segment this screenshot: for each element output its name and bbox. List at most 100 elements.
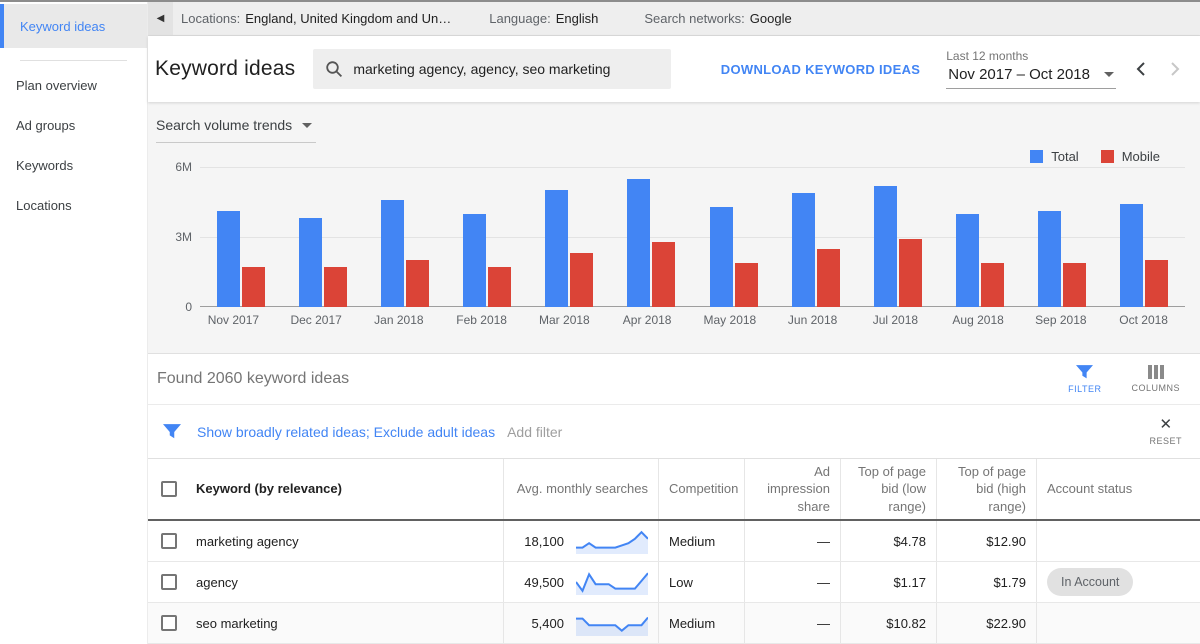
date-range-value: Nov 2017 – Oct 2018 bbox=[948, 66, 1090, 83]
columns-button-label: COLUMNS bbox=[1131, 383, 1180, 393]
add-filter-button[interactable]: Add filter bbox=[507, 424, 562, 440]
legend-swatch-mobile bbox=[1100, 150, 1114, 163]
x-label: Apr 2018 bbox=[622, 313, 672, 327]
cell-keyword: agency bbox=[148, 562, 503, 602]
previous-period-button[interactable] bbox=[1132, 59, 1150, 79]
header-cell-avg-searches: Avg. monthly searches bbox=[503, 459, 658, 519]
page-title: Keyword ideas bbox=[155, 57, 296, 80]
total-bar[interactable] bbox=[381, 199, 405, 307]
mobile-bar[interactable] bbox=[652, 241, 676, 307]
total-bar[interactable] bbox=[873, 185, 897, 307]
cell-bid-high: $1.79 bbox=[936, 562, 1036, 602]
legend-item-total[interactable]: Total bbox=[1030, 149, 1079, 164]
back-button[interactable]: ◀ bbox=[148, 2, 173, 35]
mobile-bar[interactable] bbox=[1062, 262, 1086, 307]
total-bar[interactable] bbox=[1119, 204, 1143, 307]
locations-setting[interactable]: Locations: England, United Kingdom and U… bbox=[173, 2, 459, 35]
row-checkbox[interactable] bbox=[161, 533, 177, 549]
found-count-text: Found 2060 keyword ideas bbox=[157, 370, 350, 387]
x-label: Jun 2018 bbox=[787, 313, 838, 327]
filter-button-label: FILTER bbox=[1068, 383, 1102, 394]
sidebar-divider bbox=[20, 60, 127, 61]
mobile-bar[interactable] bbox=[488, 267, 512, 307]
chevron-down-icon bbox=[302, 122, 313, 128]
trend-sparkline bbox=[576, 530, 648, 554]
page-header: Keyword ideas DOWNLOAD KEYWORD IDEAS Las… bbox=[148, 36, 1200, 102]
chevron-right-icon bbox=[1171, 62, 1180, 76]
sidebar-item-plan-overview[interactable]: Plan overview bbox=[0, 65, 147, 105]
cell-keyword: seo marketing bbox=[148, 603, 503, 643]
sidebar-item-keywords[interactable]: Keywords bbox=[0, 145, 147, 185]
language-setting[interactable]: Language: English bbox=[481, 2, 606, 35]
total-bar[interactable] bbox=[709, 206, 733, 307]
mobile-bar[interactable] bbox=[1144, 260, 1168, 307]
mobile-bar[interactable] bbox=[570, 253, 594, 307]
table-row[interactable]: marketing agency 18,100 Medium — $4.78 $12.90 bbox=[148, 521, 1200, 562]
trend-sparkline bbox=[576, 616, 648, 636]
mobile-bar[interactable] bbox=[406, 260, 430, 307]
search-networks-setting[interactable]: Search networks: Google bbox=[636, 2, 799, 35]
x-label: Aug 2018 bbox=[952, 313, 1004, 327]
keyword-search-box[interactable] bbox=[313, 49, 672, 89]
total-bar[interactable] bbox=[955, 213, 979, 307]
settings-topbar: ◀ Locations: England, United Kingdom and… bbox=[148, 2, 1200, 36]
legend-item-mobile[interactable]: Mobile bbox=[1100, 149, 1160, 164]
total-bar[interactable] bbox=[545, 190, 569, 307]
header-cell-account-status: Account status bbox=[1036, 459, 1200, 519]
total-bar[interactable] bbox=[217, 211, 241, 307]
x-label: Jul 2018 bbox=[872, 313, 919, 327]
trend-sparkline bbox=[576, 572, 648, 595]
active-filters-link[interactable]: Show broadly related ideas; Exclude adul… bbox=[197, 424, 495, 440]
mobile-bar[interactable] bbox=[898, 239, 922, 307]
cell-account-status bbox=[1036, 603, 1200, 643]
row-checkbox[interactable] bbox=[161, 615, 177, 631]
mobile-bar[interactable] bbox=[816, 248, 840, 307]
sidebar-item-ad-groups[interactable]: Ad groups bbox=[0, 105, 147, 145]
avg-searches-value: 5,400 bbox=[531, 615, 564, 631]
reset-filters-button[interactable]: ✕ RESET bbox=[1149, 417, 1182, 446]
next-period-button[interactable] bbox=[1166, 59, 1184, 79]
columns-button[interactable]: COLUMNS bbox=[1131, 365, 1180, 393]
bar-group-dec-2017 bbox=[282, 167, 364, 307]
legend-label: Mobile bbox=[1121, 149, 1160, 164]
total-bar[interactable] bbox=[791, 192, 815, 307]
bar-group-mar-2018 bbox=[528, 167, 610, 307]
total-bar[interactable] bbox=[463, 213, 487, 307]
mobile-bar[interactable] bbox=[324, 267, 348, 307]
x-label: Mar 2018 bbox=[539, 313, 590, 327]
total-bar[interactable] bbox=[299, 218, 323, 307]
filter-funnel-icon bbox=[1076, 364, 1094, 378]
mobile-bar[interactable] bbox=[242, 267, 266, 307]
cell-ad-impression-share: — bbox=[744, 603, 840, 643]
cell-competition: Medium bbox=[658, 603, 744, 643]
cell-avg-searches: 18,100 bbox=[503, 521, 658, 561]
sidebar-item-locations[interactable]: Locations bbox=[0, 185, 147, 225]
table-body: marketing agency 18,100 Medium — $4.78 $12.90… bbox=[148, 521, 1200, 644]
sidebar-item-keyword-ideas[interactable]: Keyword ideas bbox=[0, 4, 147, 48]
table-row[interactable]: seo marketing 5,400 Medium — $10.82 $22.90 bbox=[148, 603, 1200, 644]
mobile-bar[interactable] bbox=[980, 262, 1004, 307]
search-icon bbox=[326, 61, 343, 78]
cell-ad-impression-share: — bbox=[744, 521, 840, 561]
x-label: May 2018 bbox=[703, 313, 757, 327]
cell-competition: Medium bbox=[658, 521, 744, 561]
date-range-picker[interactable]: Last 12 months Nov 2017 – Oct 2018 bbox=[946, 49, 1116, 89]
chevron-down-icon bbox=[1104, 72, 1114, 77]
language-value: English bbox=[555, 11, 599, 26]
results-toolbar: Found 2060 keyword ideas FILTER COLUMNS bbox=[148, 354, 1200, 404]
select-all-checkbox[interactable] bbox=[161, 481, 177, 497]
table-row[interactable]: agency 49,500 Low — $1.17 $1.79 In Account bbox=[148, 562, 1200, 603]
table-header-row: Keyword (by relevance) Avg. monthly sear… bbox=[148, 459, 1200, 521]
chevron-left-icon bbox=[1136, 62, 1145, 76]
trends-dropdown[interactable]: Search volume trends bbox=[156, 115, 317, 143]
download-keyword-ideas-button[interactable]: DOWNLOAD KEYWORD IDEAS bbox=[721, 62, 920, 77]
total-bar[interactable] bbox=[627, 178, 651, 307]
filter-button[interactable]: FILTER bbox=[1068, 364, 1102, 394]
search-input[interactable] bbox=[353, 61, 660, 77]
bar-group-jan-2018 bbox=[364, 167, 446, 307]
total-bar[interactable] bbox=[1037, 211, 1061, 307]
row-checkbox[interactable] bbox=[161, 574, 177, 590]
mobile-bar[interactable] bbox=[734, 262, 758, 307]
bar-group-may-2018 bbox=[692, 167, 774, 307]
trends-dropdown-label: Search volume trends bbox=[156, 117, 293, 133]
